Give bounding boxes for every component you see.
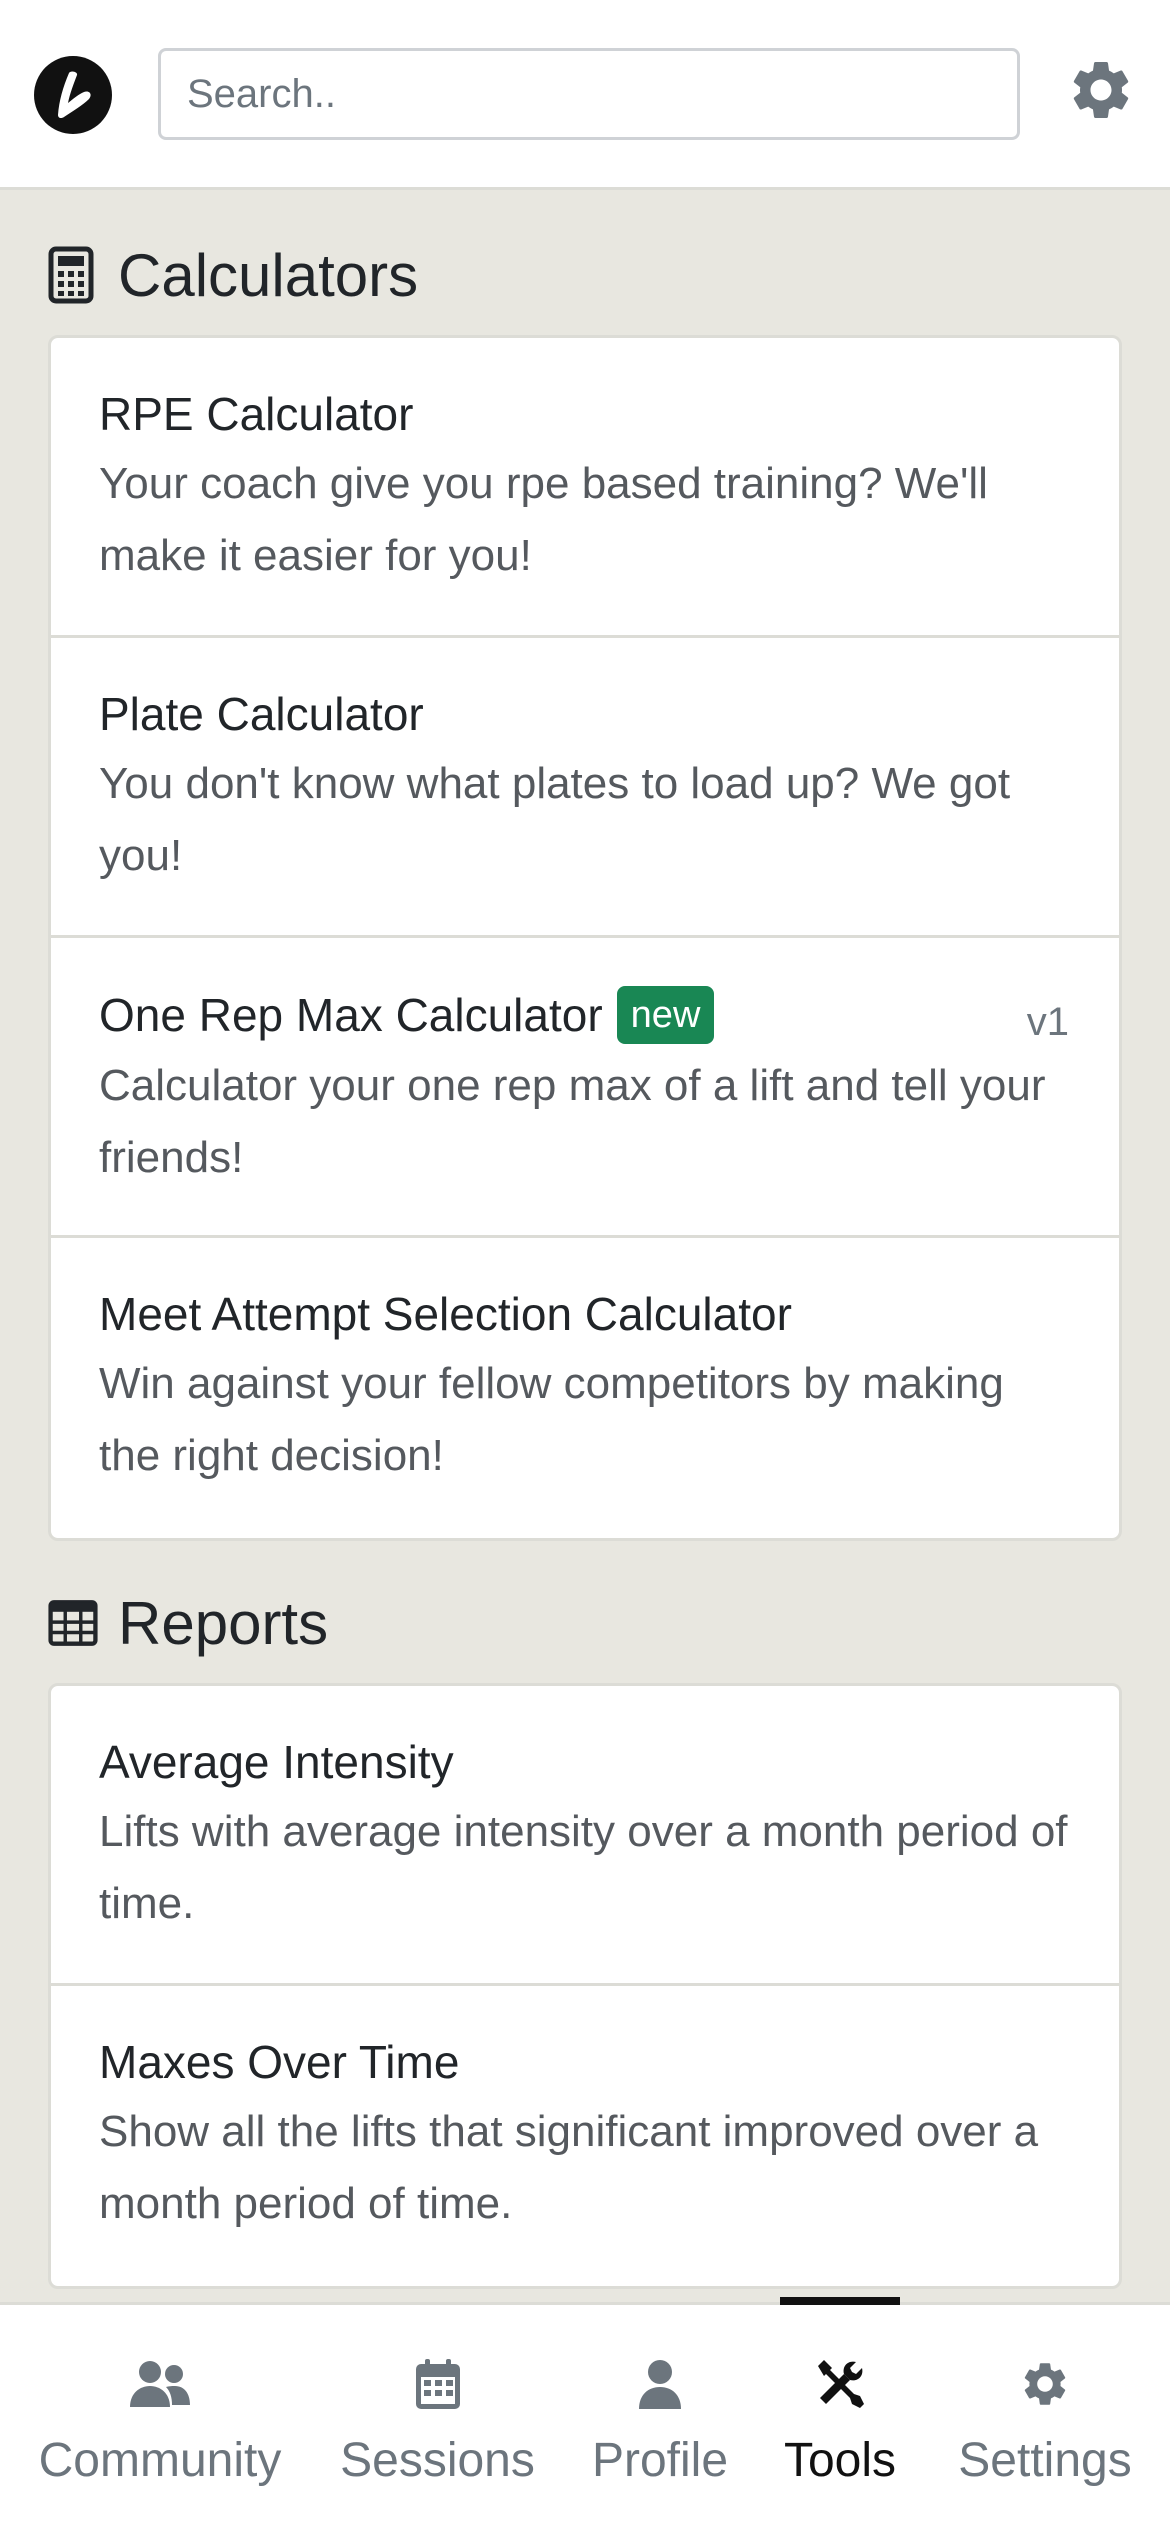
item-title: RPE Calculator — [99, 388, 414, 440]
gear-icon[interactable] — [1066, 55, 1136, 125]
item-description: Show all the lifts that significant impr… — [99, 2107, 1039, 2228]
item-description: Win against your fellow competitors by m… — [99, 1359, 1004, 1480]
calculators-list: RPE Calculator Your coach give you rpe b… — [48, 335, 1122, 1541]
bottom-nav: Community Sessions Profile Tools Setting… — [0, 2297, 1170, 2532]
nav-settings[interactable]: Settings — [945, 2305, 1145, 2532]
list-item-plate-calculator[interactable]: Plate Calculator You don't know what pla… — [51, 638, 1119, 938]
item-title-row: One Rep Max Calculator new — [99, 986, 1071, 1044]
nav-profile[interactable]: Profile — [575, 2305, 745, 2532]
version-label: v1 — [1026, 1000, 1069, 1044]
item-title: One Rep Max Calculator — [99, 989, 603, 1041]
calculator-icon — [48, 246, 98, 304]
new-badge: new — [616, 986, 715, 1044]
nav-label: Profile — [591, 2434, 729, 2487]
reports-title: Reports — [118, 1589, 329, 1657]
brand-logo-icon[interactable] — [34, 56, 112, 134]
list-item-average-intensity[interactable]: Average Intensity Lifts with average int… — [51, 1686, 1119, 1986]
item-description: You don't know what plates to load up? W… — [99, 759, 1011, 880]
list-item-meet-attempt-calculator[interactable]: Meet Attempt Selection Calculator Win ag… — [51, 1238, 1119, 1538]
user-icon — [575, 2349, 745, 2419]
item-title: Maxes Over Time — [99, 2036, 460, 2088]
app-root: Calculators RPE Calculator Your coach gi… — [0, 0, 1170, 2532]
gear-icon — [945, 2349, 1145, 2419]
calendar-icon — [330, 2349, 545, 2419]
nav-sessions[interactable]: Sessions — [330, 2305, 545, 2532]
list-item-maxes-over-time[interactable]: Maxes Over Time Show all the lifts that … — [51, 1986, 1119, 2286]
tools-icon — [780, 2349, 900, 2419]
table-icon — [48, 1594, 98, 1652]
item-description: Calculator your one rep max of a lift an… — [99, 1061, 1046, 1182]
calculators-heading: Calculators — [48, 235, 418, 315]
nav-label: Community — [38, 2434, 282, 2487]
nav-label: Tools — [783, 2434, 897, 2487]
item-title: Meet Attempt Selection Calculator — [99, 1288, 792, 1340]
item-title: Average Intensity — [99, 1736, 454, 1788]
list-item-one-rep-max-calculator[interactable]: One Rep Max Calculator new v1 Calculator… — [51, 938, 1119, 1238]
nav-community[interactable]: Community — [20, 2305, 300, 2532]
active-tab-indicator — [780, 2297, 900, 2305]
main-content[interactable]: Calculators RPE Calculator Your coach gi… — [0, 193, 1170, 2303]
users-icon — [20, 2349, 300, 2419]
nav-label: Settings — [958, 2434, 1132, 2487]
list-item-rpe-calculator[interactable]: RPE Calculator Your coach give you rpe b… — [51, 338, 1119, 638]
calculators-title: Calculators — [118, 241, 419, 309]
nav-label: Sessions — [340, 2434, 535, 2487]
top-header — [0, 0, 1170, 190]
item-title: Plate Calculator — [99, 688, 424, 740]
reports-list: Average Intensity Lifts with average int… — [48, 1683, 1122, 2289]
search-input[interactable] — [158, 48, 1020, 140]
reports-heading: Reports — [48, 1583, 328, 1663]
item-description: Lifts with average intensity over a mont… — [99, 1807, 1068, 1928]
item-description: Your coach give you rpe based training? … — [99, 459, 988, 580]
nav-tools[interactable]: Tools — [780, 2297, 900, 2532]
